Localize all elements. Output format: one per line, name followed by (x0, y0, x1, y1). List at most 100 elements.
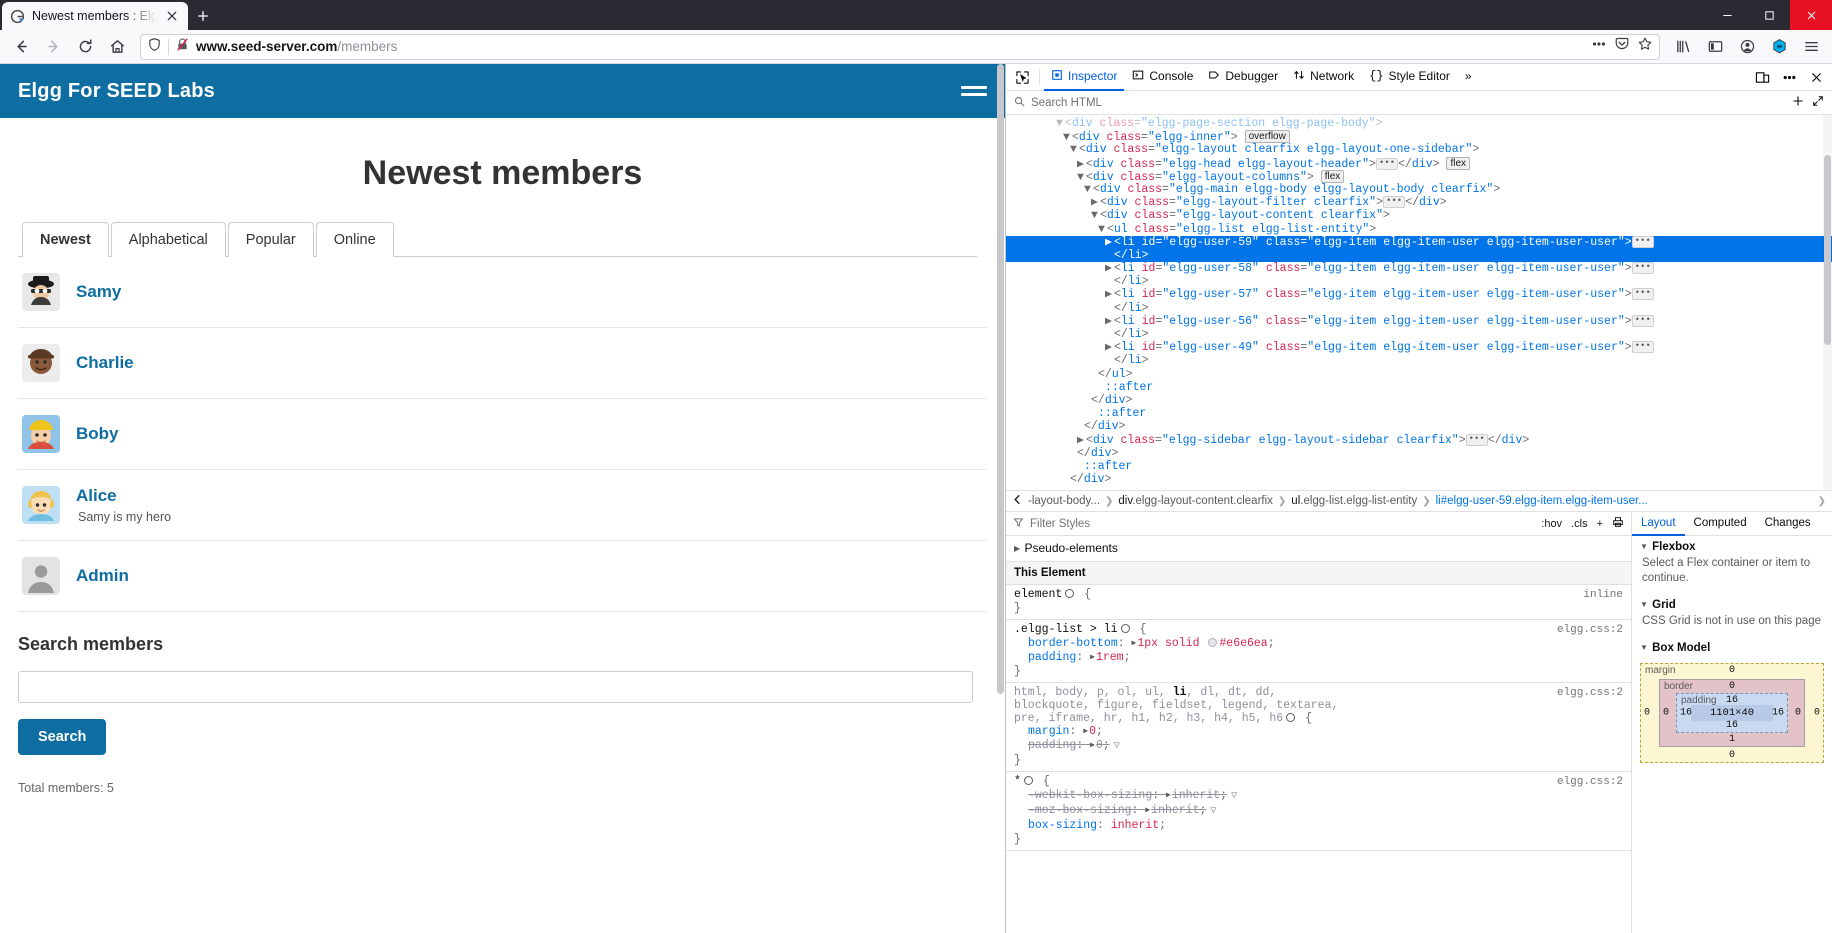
border-bottom-value[interactable]: 1 (1729, 734, 1735, 745)
list-item[interactable]: Admin (18, 541, 987, 612)
border-left-value[interactable]: 0 (1663, 708, 1669, 719)
flex-badge[interactable]: flex (1320, 169, 1345, 183)
css-property[interactable]: margin (1014, 725, 1069, 738)
maximize-button[interactable] (1748, 0, 1790, 30)
responsive-design-icon[interactable] (1749, 65, 1775, 89)
box-model-diagram[interactable]: margin 0 0 0 0 border 0 1 0 0 padding 16… (1632, 657, 1832, 773)
app-menu-icon[interactable] (1796, 33, 1826, 61)
hamburger-menu-icon[interactable] (961, 86, 987, 96)
markup-line[interactable]: </li> (1006, 275, 1832, 288)
gear-icon[interactable] (1065, 589, 1075, 598)
box-model-section-title[interactable]: ▼ Box Model (1632, 637, 1832, 657)
markup-line[interactable]: ▶ <li id="elgg-user-56" class="elgg-item … (1006, 314, 1832, 328)
breadcrumb-item[interactable]: ul.elgg-list.elgg-list-entity (1291, 495, 1417, 507)
markup-line[interactable]: </div> (1006, 420, 1832, 433)
breadcrumb-item[interactable]: -layout-body... (1028, 495, 1100, 507)
markup-line[interactable]: ▼ <div class="elgg-inner"> overflow (1006, 130, 1832, 144)
gear-icon[interactable] (1023, 776, 1033, 785)
member-name[interactable]: Boby (76, 424, 119, 444)
close-icon[interactable] (164, 8, 180, 24)
tab-online[interactable]: Online (315, 222, 394, 257)
back-arrow-icon[interactable] (6, 33, 36, 61)
css-property-overridden[interactable]: -moz-box-sizing (1014, 804, 1132, 817)
reload-icon[interactable] (70, 33, 100, 61)
flexbox-section-title[interactable]: ▼ Flexbox (1632, 536, 1832, 556)
avatar[interactable] (22, 415, 60, 453)
rule-source[interactable]: elgg.css:2 (1557, 686, 1623, 700)
css-color[interactable]: #e6e6ea (1219, 637, 1267, 650)
page-scrollbar[interactable] (996, 64, 1005, 933)
border-right-value[interactable]: 0 (1795, 708, 1801, 719)
markup-line-selected[interactable]: ▶ <li id="elgg-user-59" class="elgg-item … (1006, 235, 1832, 249)
library-icon[interactable] (1668, 33, 1698, 61)
pocket-icon[interactable] (1614, 36, 1630, 57)
member-name[interactable]: Samy (76, 282, 121, 302)
flex-badge[interactable]: flex (1446, 156, 1471, 170)
rule-source[interactable]: inline (1583, 588, 1623, 602)
home-icon[interactable] (102, 33, 132, 61)
markup-line[interactable]: ▶ <div class="elgg-sidebar elgg-layout-si… (1006, 433, 1832, 447)
add-rule-button[interactable]: + (1597, 518, 1603, 530)
css-rule[interactable]: elgg.css:2 .elgg-list > li { border-bott… (1006, 620, 1631, 683)
tab-network[interactable]: Network (1286, 64, 1361, 91)
tab-newest[interactable]: Newest (22, 222, 109, 257)
markup-line[interactable]: </li> (1006, 354, 1832, 367)
markup-line[interactable]: ▶ <li id="elgg-user-57" class="elgg-item … (1006, 288, 1832, 301)
tab-popular[interactable]: Popular (227, 222, 314, 257)
minimize-button[interactable] (1706, 0, 1748, 30)
meatball-menu-icon[interactable] (1776, 65, 1802, 89)
breadcrumb-scroll-left-icon[interactable] (1012, 494, 1023, 508)
tab-style-editor[interactable]: {} Style Editor (1362, 64, 1457, 91)
box-model-margin[interactable]: margin 0 0 0 0 border 0 1 0 0 padding 16… (1640, 663, 1824, 763)
add-node-icon[interactable] (1792, 95, 1804, 110)
markup-line[interactable]: ▶ <li id="elgg-user-58" class="elgg-item … (1006, 262, 1832, 275)
tab-changes[interactable]: Changes (1756, 512, 1820, 536)
css-value-overridden[interactable]: 0 (1096, 739, 1103, 752)
search-button[interactable]: Search (18, 719, 107, 755)
markup-line-pseudo[interactable]: ::after (1006, 460, 1832, 473)
grid-section-title[interactable]: ▼ Grid (1632, 594, 1832, 614)
close-window-button[interactable] (1790, 0, 1832, 30)
markup-line[interactable]: </li> (1006, 302, 1832, 315)
print-icon[interactable] (1612, 516, 1624, 531)
filter-icon[interactable]: ▽ (1114, 740, 1120, 754)
tab-computed[interactable]: Computed (1685, 512, 1756, 536)
filter-icon[interactable]: ▽ (1231, 790, 1237, 804)
avatar[interactable] (22, 344, 60, 382)
rule-selector[interactable]: element (1014, 588, 1062, 601)
pseudo-elements-section[interactable]: ▶ Pseudo-elements (1006, 536, 1631, 562)
margin-top-value[interactable]: 0 (1729, 665, 1735, 676)
css-rule[interactable]: elgg.css:2 html, body, p, ol, ul, li, dl… (1006, 683, 1631, 772)
css-value-overridden[interactable]: inherit (1151, 804, 1199, 817)
color-swatch[interactable] (1208, 638, 1218, 647)
margin-right-value[interactable]: 0 (1814, 708, 1820, 719)
markup-line[interactable]: </div> (1006, 394, 1832, 407)
padding-bottom-value[interactable]: 16 (1726, 720, 1738, 731)
markup-line[interactable]: ▼ <div class="elgg-layout-columns"> flex (1006, 169, 1832, 184)
markup-line[interactable]: ▼ <ul class="elgg-list elgg-list-entity"> (1006, 223, 1832, 236)
gear-icon[interactable] (1286, 713, 1296, 722)
breadcrumb-scroll-right-icon[interactable]: ❯ (1818, 496, 1826, 507)
markup-view[interactable]: ▼ <div class="elgg-page-section elgg-page… (1006, 115, 1832, 490)
tab-debugger[interactable]: Debugger (1201, 64, 1285, 91)
css-value-overridden[interactable]: inherit (1172, 789, 1220, 802)
tab-layout[interactable]: Layout (1632, 512, 1685, 536)
hover-states-button[interactable]: :hov (1541, 518, 1562, 530)
filter-icon[interactable]: ▽ (1210, 805, 1216, 819)
box-model-content-size[interactable]: 1101×40 (1691, 705, 1773, 721)
expand-icon[interactable] (1812, 95, 1824, 110)
markup-line-selected[interactable]: </li> (1006, 248, 1832, 263)
sidebar-icon[interactable] (1700, 33, 1730, 61)
rule-selector[interactable]: .elgg-list > li (1014, 623, 1118, 636)
css-rule[interactable]: inline element { } (1006, 585, 1631, 620)
member-name[interactable]: Alice (76, 486, 171, 506)
list-item[interactable]: Charlie (18, 328, 987, 399)
markup-line[interactable]: ▶ <div class="elgg-head elgg-layout-heade… (1006, 156, 1832, 171)
bookmark-star-icon[interactable] (1637, 36, 1653, 57)
element-picker-icon[interactable] (1009, 65, 1035, 89)
avatar[interactable] (22, 557, 60, 595)
search-input[interactable] (18, 671, 973, 703)
list-item[interactable]: Boby (18, 399, 987, 470)
avatar[interactable] (22, 273, 60, 311)
css-value[interactable]: 1px solid (1137, 637, 1199, 650)
